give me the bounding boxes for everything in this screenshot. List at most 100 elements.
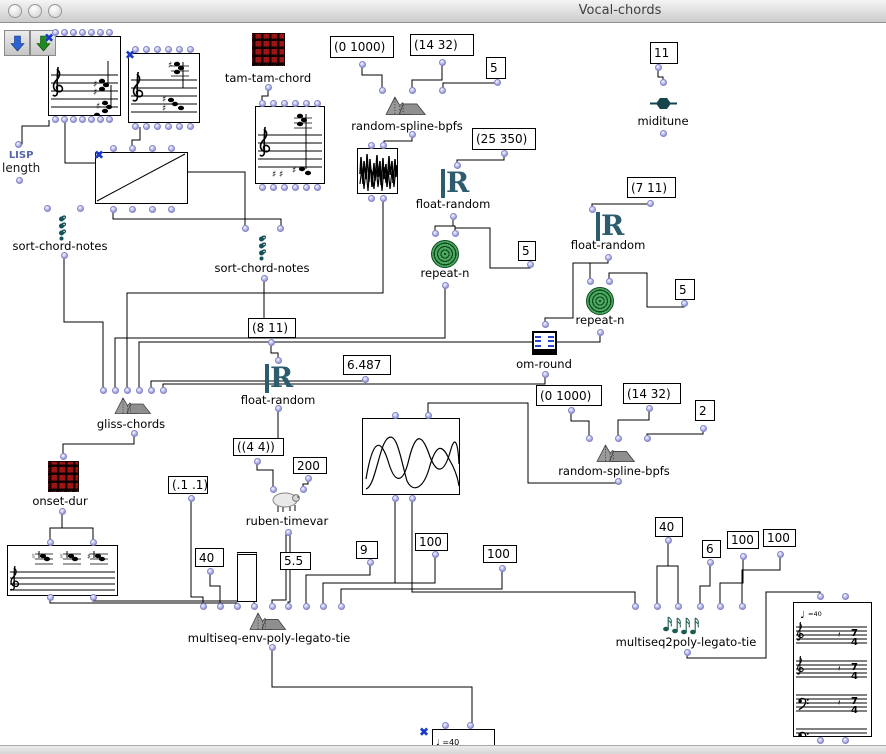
inlet-dot[interactable] <box>60 453 67 460</box>
textbox-11[interactable]: 11 <box>650 42 678 64</box>
patch-cord[interactable] <box>288 570 290 606</box>
outlet-dot[interactable] <box>268 339 275 346</box>
inlet-dot[interactable] <box>368 142 375 149</box>
inlet-dot[interactable] <box>717 603 724 610</box>
inlet-dot[interactable] <box>217 603 224 610</box>
outlet-dot[interactable] <box>132 123 139 130</box>
inlet-dot[interactable] <box>187 46 194 53</box>
textbox-200[interactable]: 200 <box>293 457 327 474</box>
patch-cord[interactable] <box>113 211 281 228</box>
inlet-dot[interactable] <box>100 387 107 394</box>
outlet-dot[interactable] <box>450 213 457 220</box>
textbox-100-c[interactable]: 100 <box>727 531 759 549</box>
inlet-dot[interactable] <box>259 100 266 107</box>
inlet-dot[interactable] <box>675 603 682 610</box>
patch-cord[interactable] <box>618 410 649 438</box>
patch-cord[interactable] <box>443 83 497 90</box>
outlet-dot[interactable] <box>305 475 312 482</box>
outlet-dot[interactable] <box>740 553 747 560</box>
inlet-dot[interactable] <box>654 603 661 610</box>
outlet-dot[interactable] <box>52 116 59 123</box>
outlet-dot[interactable] <box>165 123 172 130</box>
patch-cord[interactable] <box>64 257 103 390</box>
outlet-dot[interactable] <box>362 376 369 383</box>
patch-cord[interactable] <box>384 136 412 145</box>
patch-cord[interactable] <box>63 435 134 456</box>
gliss-chords[interactable] <box>114 396 154 414</box>
chord-box-3[interactable]: ♯♯♯ <box>255 106 325 184</box>
inlet-dot[interactable] <box>149 145 156 152</box>
outlet-dot[interactable] <box>605 254 612 261</box>
textbox-8-11[interactable]: (8 11) <box>248 318 296 338</box>
outlet-dot[interactable] <box>777 551 784 558</box>
inlet-dot[interactable] <box>148 387 155 394</box>
patch-cord[interactable] <box>163 376 545 390</box>
inlet-dot[interactable] <box>79 29 86 36</box>
inlet-dot[interactable] <box>168 145 175 152</box>
inlet-dot[interactable] <box>129 145 136 152</box>
float-random-3[interactable]: R <box>265 364 292 393</box>
textbox-40-a[interactable]: 40 <box>195 548 224 567</box>
outlet-dot[interactable] <box>655 64 662 71</box>
textbox-14-32-b[interactable]: (14 32) <box>623 383 681 404</box>
inlet-dot[interactable] <box>154 46 161 53</box>
outlet-dot[interactable] <box>207 568 214 575</box>
outlet-dot[interactable] <box>646 405 653 412</box>
inlet-dot[interactable] <box>380 142 387 149</box>
inlet-dot[interactable] <box>47 539 54 546</box>
chord-box-1[interactable]: ♯♯♯ <box>48 36 121 116</box>
inlet-dot[interactable] <box>842 593 849 600</box>
inlet-dot[interactable] <box>234 603 241 610</box>
textbox-0-1000-a[interactable]: (0 1000) <box>330 36 394 58</box>
outlet-dot[interactable] <box>149 206 156 213</box>
outlet-dot[interactable] <box>660 130 667 137</box>
patch-canvas[interactable]: ♯♯♯✖♯♯♯✖♯♯♯tam-tam-chord(0 1000)(14 32)5… <box>0 0 886 754</box>
outlet-dot[interactable] <box>817 737 824 744</box>
minimize-button[interactable] <box>28 4 42 18</box>
outlet-dot[interactable] <box>79 116 86 123</box>
inlet-dot[interactable] <box>160 387 167 394</box>
miditune[interactable] <box>650 95 677 108</box>
patch-cord[interactable] <box>62 513 93 542</box>
inlet-dot[interactable] <box>632 603 639 610</box>
close-box-icon[interactable]: ✖ <box>94 150 104 161</box>
textbox-6[interactable]: 6 <box>702 540 721 558</box>
inlet-dot[interactable] <box>303 100 310 107</box>
outlet-dot[interactable] <box>314 184 321 191</box>
patch-cord[interactable] <box>151 381 365 390</box>
inlet-dot[interactable] <box>270 486 277 493</box>
patch-cord[interactable] <box>412 64 442 90</box>
patch-cord[interactable] <box>742 556 780 606</box>
inlet-dot[interactable] <box>269 603 276 610</box>
textbox-5-a[interactable]: 5 <box>486 57 506 79</box>
inlet-dot[interactable] <box>136 387 143 394</box>
outlet-dot[interactable] <box>285 529 292 536</box>
eval-arrow-button[interactable] <box>4 30 30 56</box>
inlet-dot[interactable] <box>425 412 432 419</box>
outlet-dot[interactable] <box>97 116 104 123</box>
patch-cord[interactable] <box>362 66 382 90</box>
inlet-dot[interactable] <box>442 722 449 729</box>
random-spline-bpfs-1[interactable] <box>385 95 429 115</box>
outlet-dot[interactable] <box>154 123 161 130</box>
zoom-button[interactable] <box>48 4 62 18</box>
outlet-dot[interactable] <box>265 84 272 91</box>
chord-seq-box[interactable]: ♮♮♯ <box>7 545 118 596</box>
outlet-dot[interactable] <box>187 123 194 130</box>
multiseq2poly-legato-tie[interactable] <box>662 607 704 635</box>
textbox-100-d[interactable]: 100 <box>763 529 796 547</box>
inlet-dot[interactable] <box>817 593 824 600</box>
inlet-dot[interactable] <box>739 603 746 610</box>
textbox-2[interactable]: 2 <box>695 400 715 421</box>
poly-box[interactable]: ♩=4074𝄽74𝄽74𝄽 <box>793 602 872 737</box>
outlet-dot[interactable] <box>501 150 508 157</box>
outlet-dot[interactable] <box>842 737 849 744</box>
close-box-icon[interactable]: ✖ <box>419 727 429 738</box>
textbox-100-a[interactable]: 100 <box>415 533 448 551</box>
textbox-0-1000-b[interactable]: (0 1000) <box>536 385 602 406</box>
patch-cord[interactable] <box>657 542 668 606</box>
inlet-dot[interactable] <box>277 225 284 232</box>
horizontal-scrollbar[interactable] <box>0 745 886 754</box>
inlet-dot[interactable] <box>97 29 104 36</box>
inlet-dot[interactable] <box>409 87 416 94</box>
